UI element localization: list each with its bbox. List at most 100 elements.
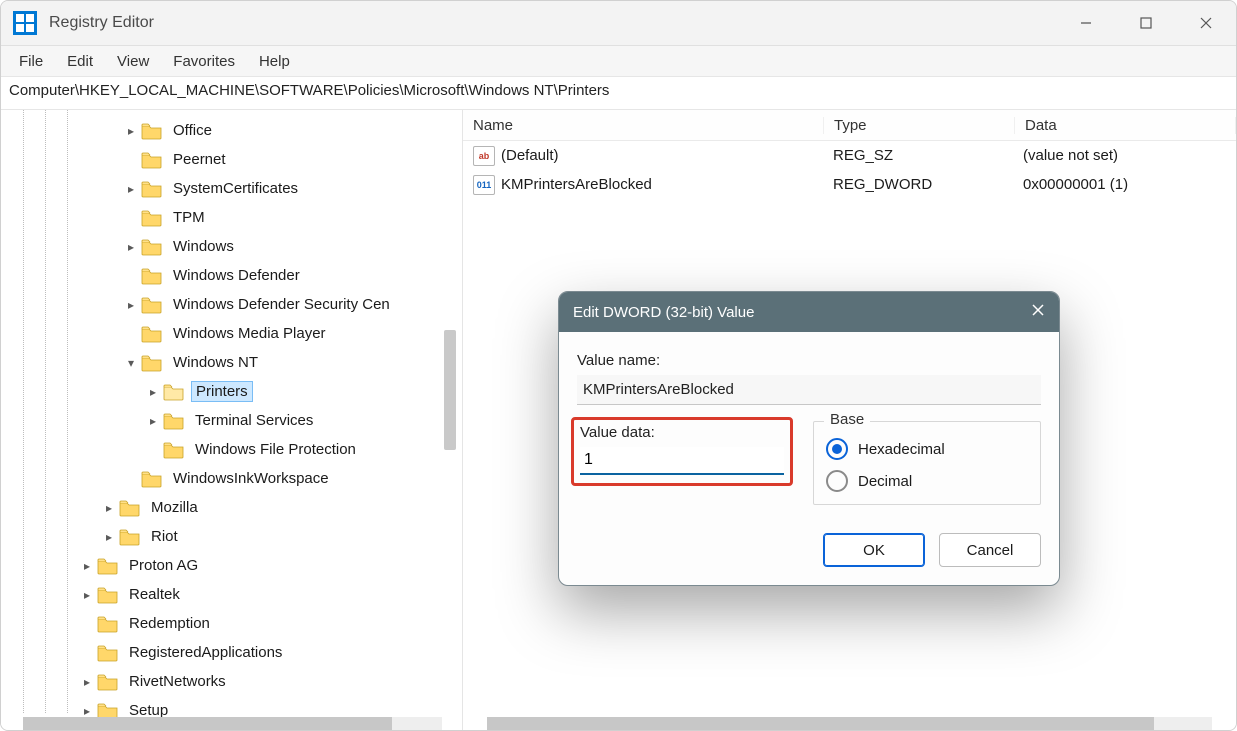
folder-icon — [163, 412, 185, 430]
tree-item-label: RegisteredApplications — [125, 643, 286, 662]
tree-item[interactable]: ▾ Windows NT — [1, 348, 462, 377]
tree-item-label: Redemption — [125, 614, 214, 633]
value-data-highlight: Value data: — [571, 417, 793, 486]
tree-item-label: TPM — [169, 208, 209, 227]
ok-button[interactable]: OK — [823, 533, 925, 567]
expander-icon[interactable]: ▸ — [143, 414, 163, 428]
tree-item[interactable]: ▸ Riot — [1, 522, 462, 551]
titlebar: Registry Editor — [1, 1, 1236, 46]
expander-icon[interactable]: ▸ — [99, 501, 119, 515]
expander-icon[interactable]: ▸ — [143, 385, 163, 399]
dialog-close-icon[interactable] — [1031, 303, 1045, 321]
menu-view[interactable]: View — [107, 49, 159, 74]
tree-item[interactable]: ▸ Windows Defender Security Cen — [1, 290, 462, 319]
cancel-button[interactable]: Cancel — [939, 533, 1041, 567]
tree-item[interactable]: Windows Defender — [1, 261, 462, 290]
close-button[interactable] — [1176, 1, 1236, 45]
list-hscroll-thumb[interactable] — [487, 717, 1154, 731]
col-data[interactable]: Data — [1015, 117, 1236, 134]
tree-item[interactable]: ▸Mozilla — [1, 493, 462, 522]
edit-dword-dialog: Edit DWORD (32-bit) Value Value name: Va… — [558, 291, 1060, 586]
tree-item-label: Windows Defender — [169, 266, 304, 285]
expander-icon[interactable]: ▸ — [99, 530, 119, 544]
value-dw-icon: 011 — [473, 175, 495, 195]
tree-item[interactable]: WindowsInkWorkspace — [1, 464, 462, 493]
value-name-label: Value name: — [577, 352, 1041, 369]
value-type: REG_DWORD — [823, 176, 1013, 193]
tree-item[interactable]: ▸ Windows — [1, 232, 462, 261]
tree-item-label: RivetNetworks — [125, 672, 230, 691]
expander-icon[interactable]: ▾ — [121, 356, 141, 370]
tree-item-label: Windows — [169, 237, 238, 256]
tree-item-label: Windows NT — [169, 353, 262, 372]
tree-hscroll[interactable] — [23, 717, 442, 731]
folder-icon — [141, 296, 163, 314]
menu-favorites[interactable]: Favorites — [163, 49, 245, 74]
address-bar[interactable]: Computer\HKEY_LOCAL_MACHINE\SOFTWARE\Pol… — [1, 76, 1236, 110]
menu-edit[interactable]: Edit — [57, 49, 103, 74]
folder-icon — [141, 151, 163, 169]
tree-item-label: SystemCertificates — [169, 179, 302, 198]
tree-item[interactable]: ▸ Terminal Services — [1, 406, 462, 435]
tree-item-label: Windows Defender Security Cen — [169, 295, 394, 314]
folder-icon — [97, 644, 119, 662]
menu-help[interactable]: Help — [249, 49, 300, 74]
expander-icon[interactable]: ▸ — [77, 675, 97, 689]
value-data-input[interactable] — [580, 447, 784, 475]
tree-item[interactable]: ▸Proton AG — [1, 551, 462, 580]
minimize-button[interactable] — [1056, 1, 1116, 45]
expander-icon[interactable]: ▸ — [121, 182, 141, 196]
tree-item-label: Terminal Services — [191, 411, 317, 430]
tree-item[interactable]: Peernet — [1, 145, 462, 174]
radio-hex[interactable]: Hexadecimal — [826, 438, 1028, 460]
tree-item[interactable]: ▸ RivetNetworks — [1, 667, 462, 696]
list-row[interactable]: ab(Default)REG_SZ(value not set) — [463, 141, 1236, 170]
value-name: (Default) — [501, 147, 559, 164]
tree-item[interactable]: ▸Office — [1, 116, 462, 145]
menubar: File Edit View Favorites Help — [1, 46, 1236, 76]
col-type[interactable]: Type — [824, 117, 1015, 134]
value-sz-icon: ab — [473, 146, 495, 166]
radio-hex-label: Hexadecimal — [858, 441, 945, 458]
tree-hscroll-thumb[interactable] — [23, 717, 392, 731]
value-name-field — [577, 375, 1041, 405]
tree-item[interactable]: RegisteredApplications — [1, 638, 462, 667]
list-row[interactable]: 011KMPrintersAreBlockedREG_DWORD0x000000… — [463, 170, 1236, 199]
col-name[interactable]: Name — [463, 117, 824, 134]
base-legend: Base — [824, 411, 870, 428]
folder-icon — [97, 557, 119, 575]
tree-item[interactable]: ▸Printers — [1, 377, 462, 406]
expander-icon[interactable]: ▸ — [77, 704, 97, 718]
app-title: Registry Editor — [49, 14, 154, 32]
expander-icon[interactable]: ▸ — [121, 298, 141, 312]
list-hscroll[interactable] — [487, 717, 1212, 731]
dialog-body: Value name: Value data: Base Hexadecimal — [559, 332, 1059, 585]
value-data: 0x00000001 (1) — [1013, 176, 1236, 193]
folder-icon — [97, 586, 119, 604]
regedit-icon — [13, 11, 37, 35]
radio-dec[interactable]: Decimal — [826, 470, 1028, 492]
tree-item[interactable]: Redemption — [1, 609, 462, 638]
window-buttons — [1056, 1, 1236, 45]
maximize-button[interactable] — [1116, 1, 1176, 45]
tree-item[interactable]: Windows File Protection — [1, 435, 462, 464]
value-data: (value not set) — [1013, 147, 1236, 164]
expander-icon[interactable]: ▸ — [77, 559, 97, 573]
expander-icon[interactable]: ▸ — [77, 588, 97, 602]
expander-icon[interactable]: ▸ — [121, 240, 141, 254]
tree-item[interactable]: ▸ SystemCertificates — [1, 174, 462, 203]
tree-item[interactable]: TPM — [1, 203, 462, 232]
radio-hex-icon — [826, 438, 848, 460]
folder-icon — [141, 180, 163, 198]
dialog-titlebar[interactable]: Edit DWORD (32-bit) Value — [559, 292, 1059, 332]
tree-pane[interactable]: ▸OfficePeernet ▸ SystemCertificates TPM ▸ Win… — [1, 110, 463, 731]
tree-item[interactable]: Windows Media Player — [1, 319, 462, 348]
menu-file[interactable]: File — [9, 49, 53, 74]
tree-item-label: Realtek — [125, 585, 184, 604]
tree-item-label: Riot — [147, 527, 182, 546]
tree-vscroll-thumb[interactable] — [444, 330, 456, 450]
tree-item[interactable]: ▸ Realtek — [1, 580, 462, 609]
value-data-label: Value data: — [580, 424, 784, 441]
base-group: Base Hexadecimal Decimal — [813, 421, 1041, 505]
expander-icon[interactable]: ▸ — [121, 124, 141, 138]
